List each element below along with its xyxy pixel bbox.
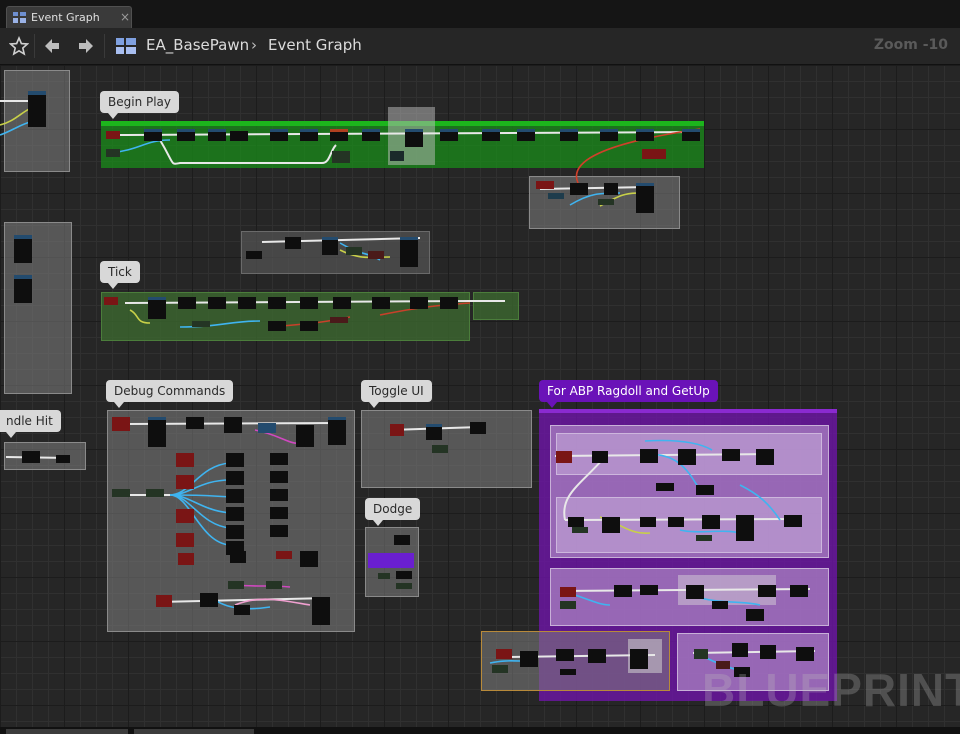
tab-title: Event Graph [31,11,100,24]
breadcrumb-blueprint[interactable]: EA_BasePawn [146,36,249,54]
comment-bubble-toggle-ui[interactable]: Toggle UI [361,380,432,408]
comment-bubble-tick[interactable]: Tick [100,261,140,289]
bottom-panel-strip [0,727,960,734]
bottom-tab[interactable] [6,729,128,734]
tab-event-graph[interactable]: Event Graph × [6,6,132,28]
comment-bubble-handle-hit[interactable]: ndle Hit [0,410,61,438]
favorite-star-icon[interactable] [7,34,31,58]
breadcrumb-separator: › [251,36,257,54]
blueprint-icon [116,38,136,54]
toolbar-divider [104,34,105,58]
graph-canvas[interactable]: Begin Play Tick Debug Commands Toggle UI… [0,65,960,727]
breadcrumb-graph: Event Graph [268,36,362,54]
toolbar-divider [34,34,35,58]
bottom-tab[interactable] [134,729,254,734]
zoom-indicator: Zoom -10 [873,37,948,53]
tab-bar: Event Graph × [0,0,960,29]
graph-toolbar: EA_BasePawn › Event Graph Zoom -10 [0,28,960,65]
comment-bubble-ragdoll[interactable]: For ABP Ragdoll and GetUp [539,380,718,408]
graph-icon [13,12,26,23]
forward-arrow-icon[interactable] [74,34,98,58]
comment-bubble-dodge[interactable]: Dodge [365,498,421,526]
back-arrow-icon[interactable] [40,34,64,58]
comment-bubble-begin-play[interactable]: Begin Play [100,91,180,119]
comment-bubble-debug-commands[interactable]: Debug Commands [106,380,234,408]
blueprint-watermark: BLUEPRINT [702,664,960,716]
close-icon[interactable]: × [120,10,130,24]
